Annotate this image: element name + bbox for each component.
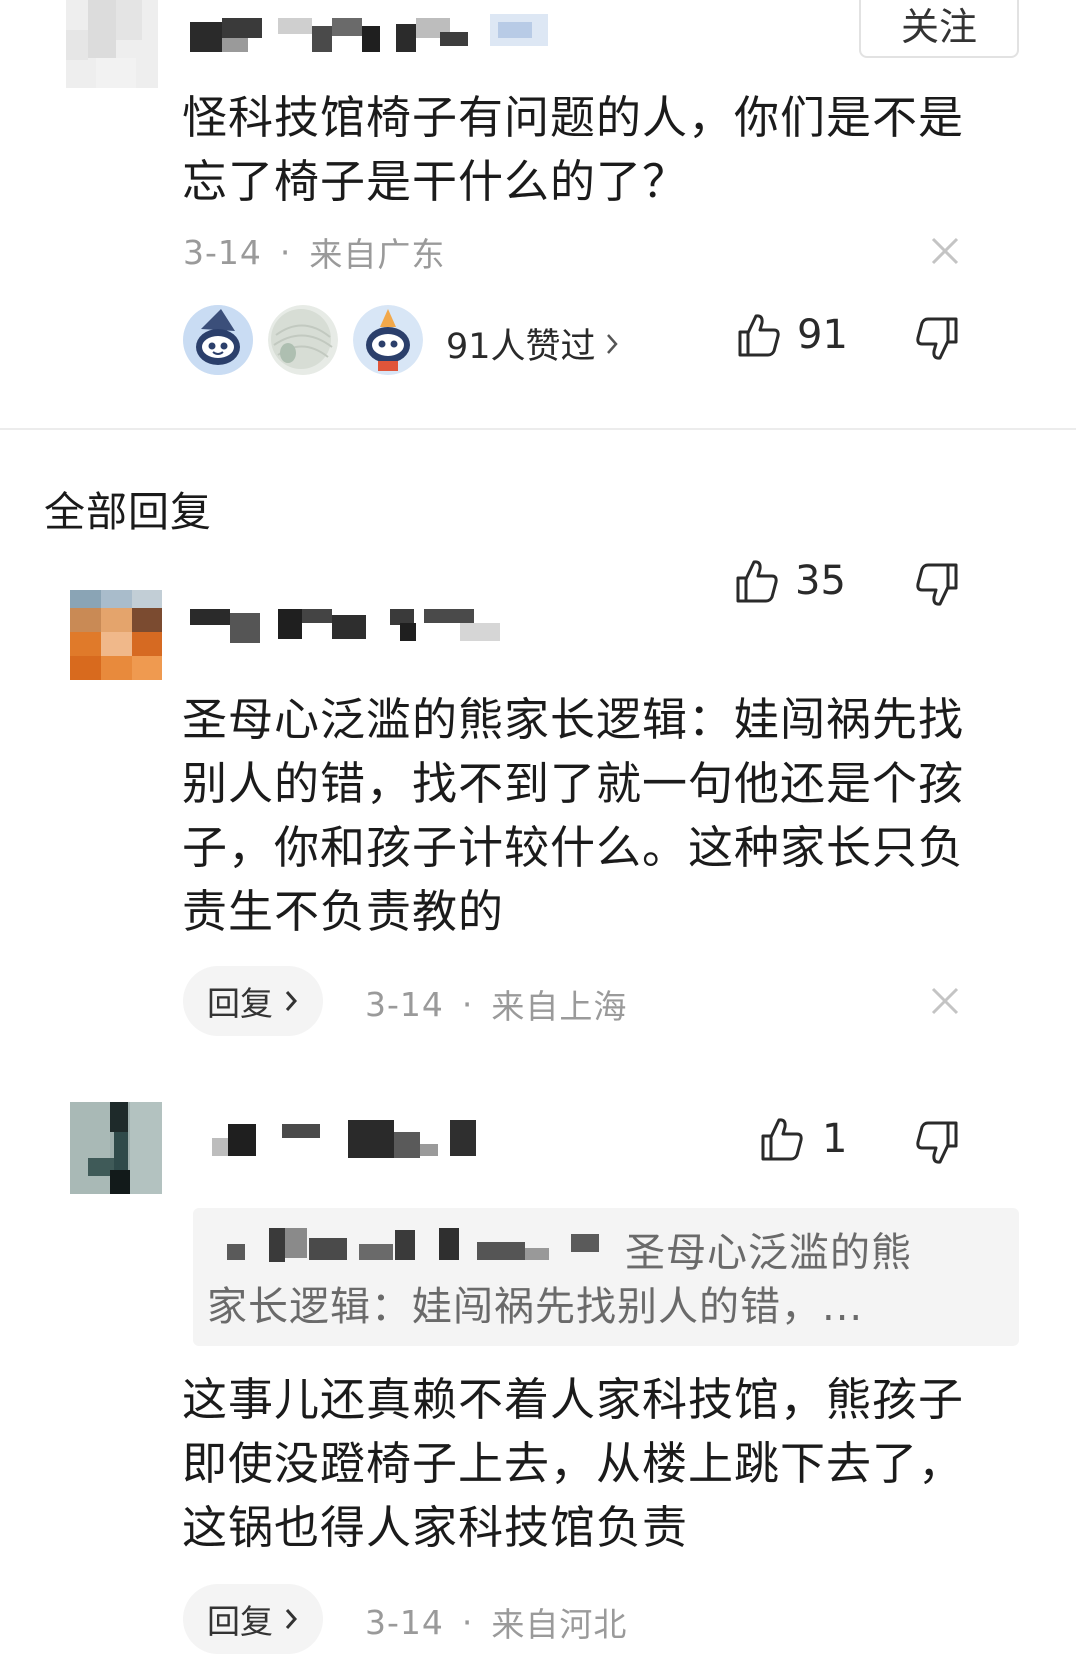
close-icon[interactable] xyxy=(930,986,960,1016)
reply-location: 来自上海 xyxy=(491,987,628,1026)
reply-location: 来自河北 xyxy=(491,1605,628,1644)
follow-button[interactable]: 关注 xyxy=(859,0,1019,58)
main-comment-text-line: 忘了椅子是干什么的了？ xyxy=(182,155,689,208)
thumb-down-icon[interactable] xyxy=(915,562,959,608)
thumb-down-icon[interactable] xyxy=(915,1120,959,1166)
chevron-right-icon xyxy=(604,331,620,357)
reply-text-line: 即使没蹬椅子上去，从楼上跳下去了， xyxy=(182,1437,965,1490)
reply-text-line: 别人的错，找不到了就一句他还是个孩 xyxy=(182,757,965,810)
thumb-up-icon xyxy=(737,312,781,358)
reply-text: 这事儿还真赖不着人家科技馆，熊孩子 即使没蹬椅子上去，从楼上跳下去了， 这锅也得… xyxy=(182,1368,1002,1560)
reply-text-line: 圣母心泛滥的熊家长逻辑：娃闯祸先找 xyxy=(182,693,965,746)
liker-avatar[interactable] xyxy=(268,305,338,375)
reply-button[interactable]: 回复 xyxy=(183,1584,323,1654)
reply-text-line: 子，你和孩子计较什么。这种家长只负 xyxy=(182,821,965,874)
reply-text-line: 这事儿还真赖不着人家科技馆，熊孩子 xyxy=(182,1373,965,1426)
likers-link[interactable]: 91人赞过 xyxy=(446,318,620,369)
reply-meta: 3-14 · 来自上海 xyxy=(365,980,627,1028)
quoted-text-line: 家长逻辑：娃闯祸先找别人的错，... xyxy=(207,1284,864,1330)
reply-like-button[interactable]: 1 xyxy=(760,1116,847,1162)
meta-separator: · xyxy=(279,232,292,272)
reply-text: 圣母心泛滥的熊家长逻辑：娃闯祸先找 别人的错，找不到了就一句他还是个孩 子，你和… xyxy=(182,688,1002,944)
likers-text: 91人赞过 xyxy=(446,327,596,367)
reply-meta: 3-14 · 来自河北 xyxy=(365,1598,627,1646)
main-comment-date: 3-14 xyxy=(183,232,262,272)
reply-text-line: 这锅也得人家科技馆负责 xyxy=(182,1501,689,1554)
meta-separator: · xyxy=(461,984,474,1024)
meta-separator: · xyxy=(461,1602,474,1642)
main-comment-text: 怪科技馆椅子有问题的人，你们是不是 忘了椅子是干什么的了？ xyxy=(182,86,982,214)
liker-avatar[interactable] xyxy=(353,305,423,375)
main-comment-meta: 3-14 · 来自广东 xyxy=(183,228,445,276)
chevron-right-icon xyxy=(283,1606,299,1632)
reply-button-label: 回复 xyxy=(207,984,273,1023)
reply-date: 3-14 xyxy=(365,984,444,1024)
main-like-count: 91 xyxy=(797,312,848,358)
reply-username[interactable] xyxy=(190,605,510,643)
quoted-username xyxy=(209,1222,609,1266)
thumb-down-icon[interactable] xyxy=(915,316,959,362)
thumb-up-icon xyxy=(735,558,779,604)
section-divider xyxy=(0,428,1076,430)
main-comment-text-line: 怪科技馆椅子有问题的人，你们是不是 xyxy=(182,91,965,144)
reply-button[interactable]: 回复 xyxy=(183,966,323,1036)
main-comment-avatar[interactable] xyxy=(66,0,158,88)
reply-text-line: 责生不负责教的 xyxy=(182,885,505,938)
quoted-reply[interactable]: 圣母心泛滥的熊 家长逻辑：娃闯祸先找别人的错，... xyxy=(193,1208,1019,1346)
reply-like-count: 35 xyxy=(795,558,846,604)
replies-section-title: 全部回复 xyxy=(44,488,212,536)
liker-avatar[interactable] xyxy=(183,305,253,375)
reply-avatar[interactable] xyxy=(70,1102,162,1194)
reply-username[interactable] xyxy=(212,1120,502,1160)
reply-like-count: 1 xyxy=(822,1116,848,1162)
main-comment-username[interactable] xyxy=(190,14,560,54)
chevron-right-icon xyxy=(283,988,299,1014)
main-comment-location: 来自广东 xyxy=(309,235,446,274)
reply-button-label: 回复 xyxy=(207,1602,273,1641)
main-like-button[interactable]: 91 xyxy=(737,312,848,358)
close-icon[interactable] xyxy=(930,236,960,266)
thumb-up-icon xyxy=(760,1116,804,1162)
quoted-text-line: 圣母心泛滥的熊 xyxy=(625,1230,912,1276)
reply-like-button[interactable]: 35 xyxy=(735,558,846,604)
reply-avatar[interactable] xyxy=(70,590,162,680)
reply-date: 3-14 xyxy=(365,1602,444,1642)
